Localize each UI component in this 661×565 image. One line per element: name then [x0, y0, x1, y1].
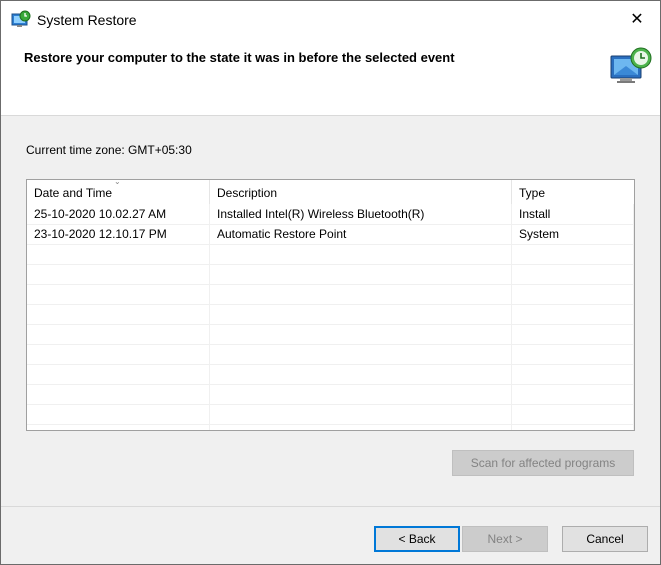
sort-indicator-icon: ⌄ [114, 179, 121, 186]
empty-row [27, 324, 634, 345]
system-restore-monitor-icon [608, 44, 654, 90]
empty-row [27, 244, 634, 265]
empty-row [27, 304, 634, 325]
empty-row [27, 364, 634, 385]
empty-row [27, 384, 634, 405]
column-header-date-time[interactable]: Date and Time ⌄ [27, 180, 210, 204]
next-button[interactable]: Next > [462, 526, 548, 552]
back-button[interactable]: < Back [374, 526, 460, 552]
title-bar[interactable]: System Restore ✕ [1, 1, 660, 39]
column-header-label: Type [519, 186, 546, 200]
column-header-description[interactable]: Description [210, 180, 512, 204]
header-band: Restore your computer to the state it wa… [1, 39, 660, 116]
list-header: Date and Time ⌄ Description Type [27, 180, 634, 204]
close-button[interactable]: ✕ [614, 1, 660, 39]
restore-points-list[interactable]: Date and Time ⌄ Description Type 25-10-2… [26, 179, 635, 431]
cancel-button[interactable]: Cancel [562, 526, 648, 552]
empty-row [27, 404, 634, 425]
empty-row [27, 344, 634, 365]
scan-affected-programs-button[interactable]: Scan for affected programs [452, 450, 634, 476]
footer-divider [1, 506, 660, 507]
table-row[interactable]: 25-10-2020 10.02.27 AM Installed Intel(R… [27, 204, 634, 225]
empty-row [27, 264, 634, 285]
cell-type: System [519, 227, 560, 241]
table-row[interactable]: 23-10-2020 12.10.17 PM Automatic Restore… [27, 224, 634, 245]
column-header-type[interactable]: Type [512, 180, 634, 204]
column-header-label: Description [217, 186, 278, 200]
system-restore-window: System Restore ✕ Restore your computer t… [0, 0, 661, 565]
cell-type: Install [519, 207, 551, 221]
cell-date-time: 25-10-2020 10.02.27 AM [34, 207, 167, 221]
window-title: System Restore [37, 12, 137, 28]
cell-description: Automatic Restore Point [217, 227, 347, 241]
column-header-label: Date and Time [34, 186, 113, 200]
page-heading: Restore your computer to the state it wa… [24, 50, 455, 65]
system-restore-icon [11, 10, 31, 30]
cell-date-time: 23-10-2020 12.10.17 PM [34, 227, 167, 241]
timezone-label: Current time zone: GMT+05:30 [26, 143, 192, 157]
cell-description: Installed Intel(R) Wireless Bluetooth(R) [217, 207, 425, 221]
close-icon: ✕ [630, 11, 644, 28]
empty-row [27, 284, 634, 305]
